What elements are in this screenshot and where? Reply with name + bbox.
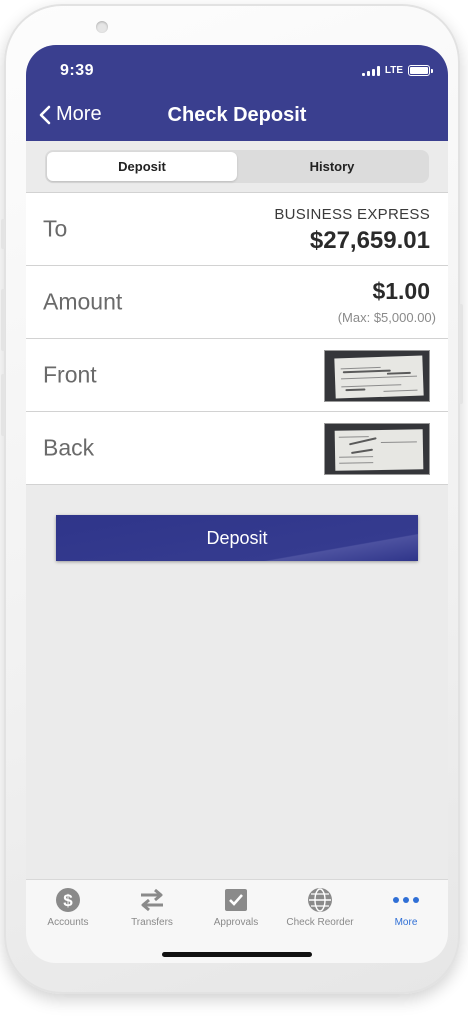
dollar-circle-icon: $: [55, 886, 81, 914]
tab-accounts[interactable]: $ Accounts: [26, 886, 110, 928]
globe-check-icon: [307, 886, 333, 914]
amount-value: $1.00: [372, 278, 430, 304]
more-dots-icon: [392, 886, 420, 914]
tab-label: More: [394, 917, 418, 928]
battery-icon: [408, 65, 433, 76]
camera-icon: [96, 21, 108, 33]
tab-transfers[interactable]: Transfers: [110, 886, 194, 928]
tab-label: Accounts: [47, 917, 89, 928]
segment-deposit[interactable]: Deposit: [47, 152, 237, 181]
tab-label: Check Reorder: [286, 917, 354, 928]
check-front-thumbnail[interactable]: [324, 350, 430, 402]
check-front-paper: [334, 355, 424, 399]
back-label: Back: [43, 434, 95, 461]
deposit-button[interactable]: Deposit: [56, 515, 418, 561]
status-time: 9:39: [60, 62, 95, 79]
tab-more[interactable]: More: [364, 886, 448, 928]
account-name: BUSINESS EXPRESS: [274, 206, 430, 223]
network-type: LTE: [384, 65, 403, 76]
tab-approvals[interactable]: Approvals: [194, 886, 278, 928]
check-back-thumbnail[interactable]: [324, 423, 430, 475]
deposit-form: To BUSINESS EXPRESS $27,659.01 Amount $1…: [26, 192, 448, 485]
home-indicator[interactable]: [162, 952, 312, 957]
tab-check-reorder[interactable]: Check Reorder: [278, 886, 362, 928]
amount-row[interactable]: Amount $1.00 (Max: $5,000.00): [26, 266, 448, 339]
signal-icon: [361, 65, 380, 76]
tab-label: Transfers: [131, 917, 173, 928]
front-image-row[interactable]: Front: [26, 339, 448, 412]
check-back-paper: [334, 429, 424, 471]
front-label: Front: [43, 361, 97, 388]
status-indicators: LTE: [361, 65, 433, 76]
transfer-arrows-icon: [138, 886, 166, 914]
tab-label: Approvals: [213, 917, 259, 928]
segmented-control: Deposit History: [45, 150, 429, 183]
mute-switch: [1, 219, 5, 249]
account-balance: $27,659.01: [309, 227, 430, 254]
amount-max-hint: (Max: $5,000.00): [337, 310, 436, 325]
checkbox-icon: [224, 886, 248, 914]
nav-header: 9:39 LTE More Check Deposit: [26, 45, 448, 141]
volume-down-button: [1, 374, 5, 436]
phone-frame: 9:39 LTE More Check Deposit Deposit Hist…: [1, 4, 463, 994]
svg-text:$: $: [63, 891, 73, 910]
segment-history[interactable]: History: [237, 152, 427, 181]
volume-up-button: [1, 289, 5, 351]
tab-bar: $ Accounts Transfers Approvals Check Reo…: [26, 879, 448, 963]
app-screen: 9:39 LTE More Check Deposit Deposit Hist…: [26, 45, 448, 963]
page-title: Check Deposit: [167, 104, 307, 126]
back-image-row[interactable]: Back: [26, 412, 448, 485]
to-label: To: [43, 215, 68, 242]
to-account-row[interactable]: To BUSINESS EXPRESS $27,659.01: [26, 193, 448, 266]
power-button: [459, 304, 463, 404]
amount-label: Amount: [43, 288, 123, 315]
